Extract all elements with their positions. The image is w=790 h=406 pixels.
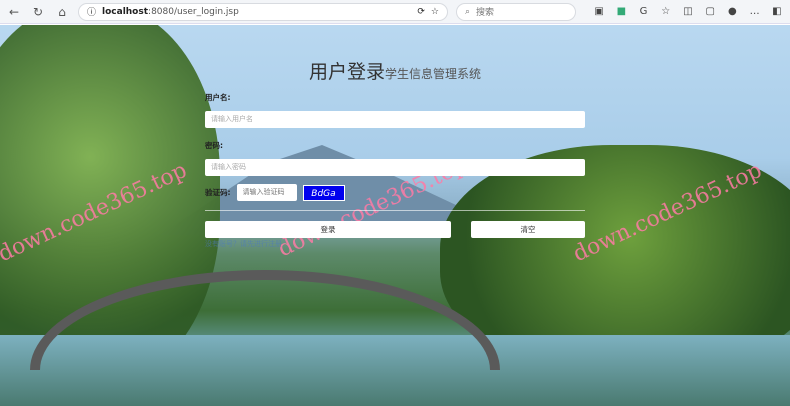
sidebar-icon[interactable]: ◧ <box>770 6 784 17</box>
search-icon: ⌕ <box>465 6 471 17</box>
favorite-star-icon[interactable]: ☆ <box>431 7 439 17</box>
password-input[interactable] <box>205 159 585 176</box>
captcha-image[interactable]: BdGa <box>302 184 345 201</box>
login-button[interactable]: 登录 <box>205 221 451 238</box>
username-label: 用户名: <box>205 93 231 102</box>
extension-icon[interactable]: ▣ <box>592 6 606 17</box>
username-input[interactable] <box>205 111 585 128</box>
clear-button[interactable]: 清空 <box>471 221 585 238</box>
reload-icon[interactable]: ↻ <box>30 5 46 19</box>
favorites-icon[interactable]: ☆ <box>659 6 673 17</box>
captcha-label: 验证码: <box>205 188 231 197</box>
captcha-input[interactable] <box>236 184 297 201</box>
browser-search-box[interactable]: ⌕ 搜索 <box>456 2 576 21</box>
back-icon[interactable]: ← <box>6 5 22 19</box>
home-icon[interactable]: ⌂ <box>54 5 70 19</box>
address-bar[interactable]: ⓘ localhost:8080/user_login.jsp ⟳ ☆ <box>78 2 448 21</box>
screenshot-icon[interactable]: ▢ <box>703 6 717 17</box>
password-label: 密码: <box>205 141 223 150</box>
extension-g-icon[interactable]: G <box>636 6 650 17</box>
extension-green-icon[interactable]: ■ <box>614 6 628 17</box>
info-icon: ⓘ <box>87 8 97 18</box>
divider <box>205 210 585 211</box>
browser-toolbar: ← ↻ ⌂ ⓘ localhost:8080/user_login.jsp ⟳ … <box>0 0 790 24</box>
profile-avatar-icon[interactable]: ● <box>725 6 739 17</box>
collections-icon[interactable]: ◫ <box>681 6 695 17</box>
search-placeholder: 搜索 <box>476 8 495 18</box>
more-icon[interactable]: … <box>748 6 762 17</box>
register-link[interactable]: 没有账号？请先进行注册 <box>205 239 585 249</box>
url-text: localhost:8080/user_login.jsp <box>102 6 239 17</box>
page-title: 用户登录学生信息管理系统 <box>308 61 482 83</box>
login-form: 用户登录学生信息管理系统 用户名: 密码: 验证码: BdGa 登录 清空 没有… <box>205 57 585 249</box>
translate-icon[interactable]: ⟳ <box>417 7 425 17</box>
